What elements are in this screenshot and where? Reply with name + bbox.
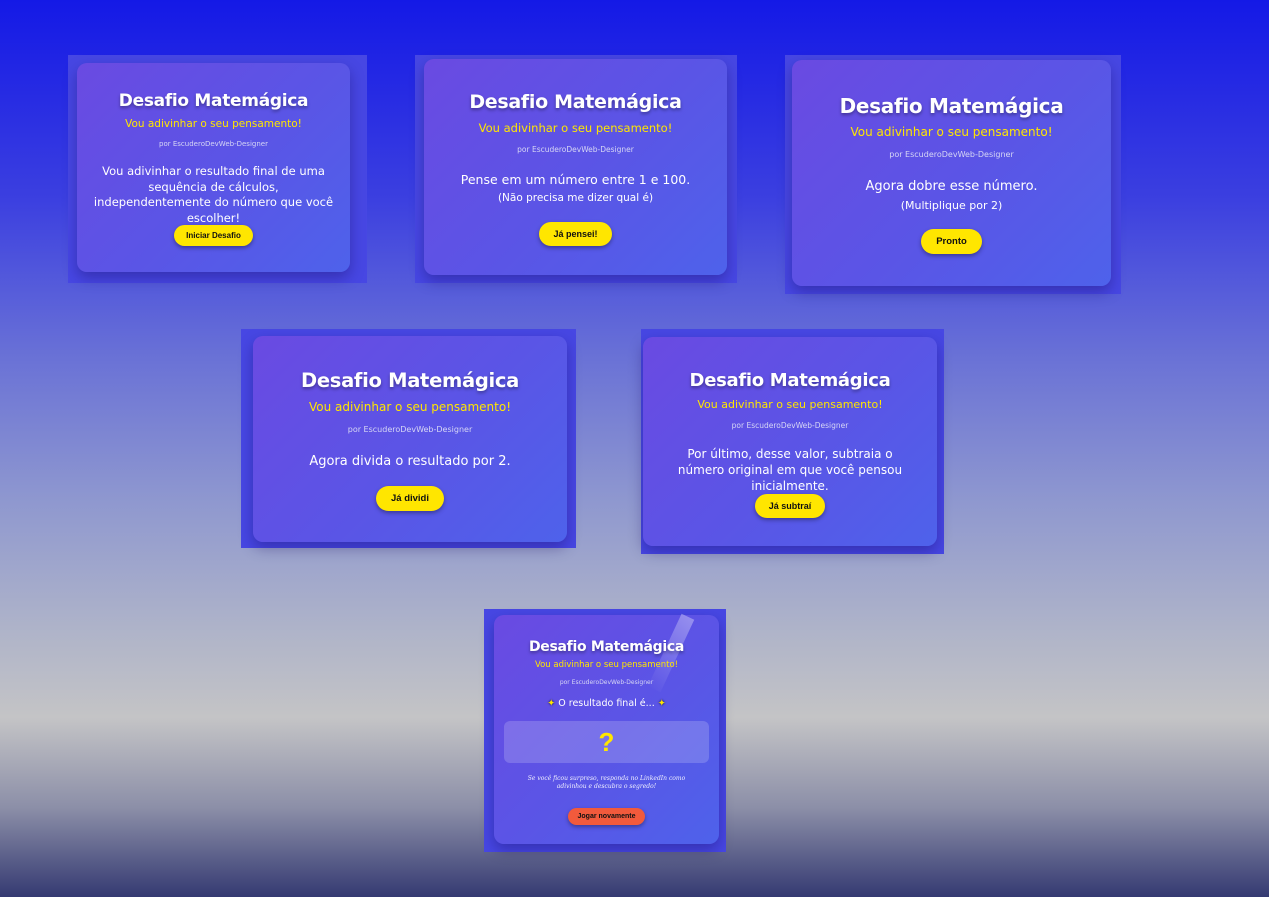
step-panel-divide: Desafio Matemágica Vou adivinhar o seu p…: [241, 329, 576, 548]
subtitle: Vou adivinhar o seu pensamento!: [308, 400, 512, 414]
button-row: Já subtraí: [643, 494, 937, 518]
author-credit: por EscuderoDevWeb-Designer: [889, 150, 1014, 159]
result-value: ?: [598, 727, 615, 757]
step-card: Desafio Matemágica Vou adivinhar o seu p…: [643, 337, 937, 546]
step-panel-subtract: Desafio Matemágica Vou adivinhar o seu p…: [641, 329, 944, 554]
subtitle: Vou adivinhar o seu pensamento!: [850, 125, 1053, 139]
step-text: Por último, desse valor, subtraia o núme…: [677, 447, 903, 494]
author-credit: por EscuderoDevWeb-Designer: [559, 679, 654, 686]
step-card: Desafio Matemágica Vou adivinhar o seu p…: [792, 60, 1111, 286]
step-panel-intro: Desafio Matemágica Vou adivinhar o seu p…: [68, 55, 367, 283]
page-title: Desafio Matemágica: [300, 369, 520, 392]
step-text: Pense em um número entre 1 e 100.: [460, 172, 691, 187]
start-challenge-button[interactable]: Iniciar Desafio: [174, 225, 253, 246]
button-row: Jogar novamente: [494, 803, 719, 825]
step-card: Desafio Matemágica Vou adivinhar o seu p…: [424, 59, 727, 275]
thought-button[interactable]: Já pensei!: [539, 222, 612, 246]
play-again-button[interactable]: Jogar novamente: [567, 808, 646, 825]
result-heading: ✦ O resultado final é... ✦: [494, 698, 719, 711]
button-row: Pronto: [792, 229, 1111, 254]
step-card: Desafio Matemágica Vou adivinhar o seu p…: [77, 63, 350, 272]
step-hint: (Multiplique por 2): [900, 199, 1003, 212]
done-button[interactable]: Pronto: [921, 229, 982, 254]
step-text: Agora dobre esse número.: [865, 179, 1038, 194]
author-credit: por EscuderoDevWeb-Designer: [159, 140, 268, 148]
divided-button[interactable]: Já dividi: [375, 486, 444, 511]
result-label: O resultado final é...: [558, 698, 655, 709]
subtracted-button[interactable]: Já subtraí: [754, 494, 826, 518]
result-box: ?: [504, 721, 709, 763]
linkedin-note: Se você ficou surpreso, responda no Link…: [527, 775, 686, 791]
button-row: Já pensei!: [424, 222, 727, 246]
page-title: Desafio Matemágica: [839, 94, 1064, 118]
step-hint: (Não precisa me dizer qual é): [497, 192, 654, 204]
subtitle: Vou adivinhar o seu pensamento!: [534, 660, 679, 670]
subtitle: Vou adivinhar o seu pensamento!: [697, 398, 883, 411]
page-title: Desafio Matemágica: [689, 370, 891, 391]
page-title: Desafio Matemágica: [469, 91, 682, 113]
button-row: Já dividi: [253, 486, 567, 511]
author-credit: por EscuderoDevWeb-Designer: [347, 425, 473, 434]
subtitle: Vou adivinhar o seu pensamento!: [478, 121, 673, 135]
step-text: Vou adivinhar o resultado final de uma s…: [93, 164, 334, 225]
step-card: Desafio Matemágica Vou adivinhar o seu p…: [253, 336, 567, 542]
subtitle: Vou adivinhar o seu pensamento!: [125, 118, 302, 130]
author-credit: por EscuderoDevWeb-Designer: [731, 421, 849, 430]
step-panel-think: Desafio Matemágica Vou adivinhar o seu p…: [415, 55, 737, 283]
sparkle-icon: ✦: [547, 698, 556, 709]
button-row: Iniciar Desafio: [77, 223, 350, 246]
step-card: Desafio Matemágica Vou adivinhar o seu p…: [494, 613, 719, 844]
step-panel-result: Desafio Matemágica Vou adivinhar o seu p…: [484, 609, 726, 852]
page-title: Desafio Matemágica: [118, 91, 309, 111]
step-text: Agora divida o resultado por 2.: [309, 454, 511, 469]
sparkle-icon: ✦: [657, 698, 666, 709]
step-panel-double: Desafio Matemágica Vou adivinhar o seu p…: [785, 55, 1121, 294]
author-credit: por EscuderoDevWeb-Designer: [517, 145, 634, 154]
page-title: Desafio Matemágica: [528, 639, 685, 655]
